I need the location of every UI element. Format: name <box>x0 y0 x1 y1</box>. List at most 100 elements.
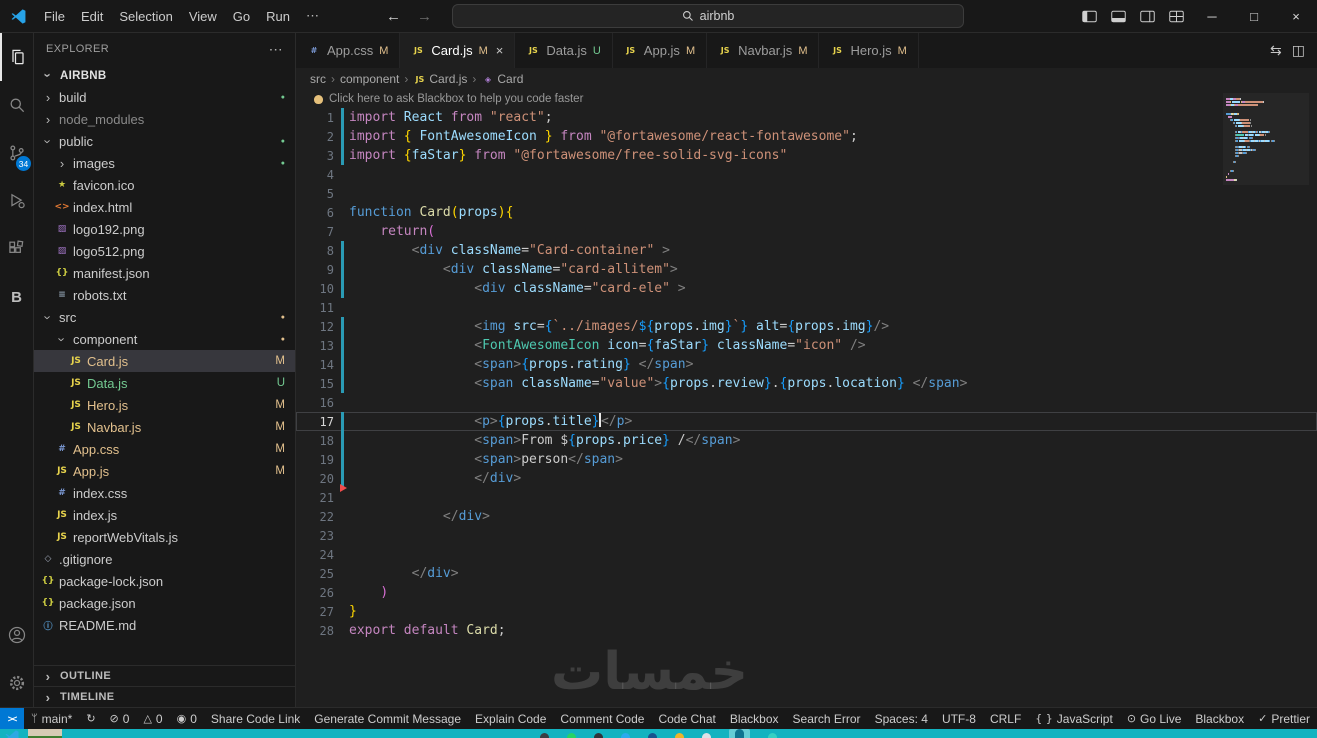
code-line-1[interactable]: 1 import React from "react"; <box>296 108 1317 127</box>
tree-item-index-css[interactable]: # index.css <box>34 482 295 504</box>
status-search-error[interactable]: Search Error <box>786 708 868 729</box>
account-icon[interactable] <box>0 611 33 659</box>
code-line-14[interactable]: 14 <span>{props.rating} </span> <box>296 355 1317 374</box>
code-line-2[interactable]: 2 import { FontAwesomeIcon } from "@forta… <box>296 127 1317 146</box>
code-line-12[interactable]: 12 <img src={`../images/${props.img}`} a… <box>296 317 1317 336</box>
breadcrumb-item-card[interactable]: ◈ Card <box>481 72 524 86</box>
tree-item-index-js[interactable]: JS index.js <box>34 504 295 526</box>
editor-code-area[interactable]: Click here to ask Blackbox to help you c… <box>296 90 1317 707</box>
status-errors[interactable]: ⊘ 0 <box>103 708 137 729</box>
activity-source-control-icon[interactable]: 34 <box>0 129 33 177</box>
code-line-22[interactable]: 22 </div> <box>296 507 1317 526</box>
toggle-panel-icon[interactable] <box>1104 0 1133 33</box>
menu-edit[interactable]: Edit <box>73 7 111 26</box>
close-button[interactable]: × <box>1275 0 1317 33</box>
menu-go[interactable]: Go <box>225 7 258 26</box>
tree-item-navbar-js[interactable]: JS Navbar.js M <box>34 416 295 438</box>
menu-more-icon[interactable]: ⋯ <box>298 6 327 26</box>
code-line-6[interactable]: 6 function Card(props){ <box>296 203 1317 222</box>
status-explain-code[interactable]: Explain Code <box>468 708 553 729</box>
tree-item-manifest-json[interactable]: {} manifest.json <box>34 262 295 284</box>
remote-indicator[interactable]: >< <box>0 708 25 729</box>
code-line-15[interactable]: 15 <span className="value">{props.review… <box>296 374 1317 393</box>
tree-item-logo192-png[interactable]: ▨ logo192.png <box>34 218 295 240</box>
code-line-24[interactable]: 24 <box>296 545 1317 564</box>
status-prettier[interactable]: ✓ Prettier <box>1251 708 1317 729</box>
tab-data-js[interactable]: JS Data.js U <box>515 33 613 68</box>
status-encoding[interactable]: UTF-8 <box>935 708 983 729</box>
code-line-18[interactable]: 18 <span>From ${props.price} /</span> <box>296 431 1317 450</box>
tree-root-airbnb[interactable]: › AIRBNB <box>34 65 295 86</box>
code-line-13[interactable]: 13 <FontAwesomeIcon icon={faStar} classN… <box>296 336 1317 355</box>
tree-item-gitignore[interactable]: ◇ .gitignore <box>34 548 295 570</box>
code-line-9[interactable]: 9 <div className="card-allitem"> <box>296 260 1317 279</box>
nav-back-icon[interactable]: ← <box>386 8 401 25</box>
tree-item-data-js[interactable]: JS Data.js U <box>34 372 295 394</box>
code-line-7[interactable]: 7 return( <box>296 222 1317 241</box>
blackbox-hint[interactable]: Click here to ask Blackbox to help you c… <box>296 90 1317 108</box>
code-line-11[interactable]: 11 <box>296 298 1317 317</box>
status-code-chat[interactable]: Code Chat <box>651 708 722 729</box>
code-line-8[interactable]: 8 <div className="Card-container" > <box>296 241 1317 260</box>
minimap[interactable] <box>1223 93 1309 185</box>
tab-navbar-js[interactable]: JS Navbar.js M <box>707 33 820 68</box>
taskbar-active-slot[interactable] <box>729 729 750 738</box>
code-line-20[interactable]: 20 </div> <box>296 469 1317 488</box>
command-center-search[interactable]: airbnb <box>452 4 964 28</box>
tree-item-package-json[interactable]: {} package.json <box>34 592 295 614</box>
settings-gear-icon[interactable] <box>0 659 33 707</box>
status-git-branch[interactable]: ᛘ main* <box>24 708 79 729</box>
taskbar-app-icon[interactable] <box>675 733 684 738</box>
tree-item-node-modules[interactable]: › node_modules <box>34 108 295 130</box>
nav-forward-icon[interactable]: → <box>417 8 432 25</box>
status-comment-code[interactable]: Comment Code <box>553 708 651 729</box>
taskbar-app-icon[interactable] <box>594 733 603 738</box>
tree-item-package-lock-json[interactable]: {} package-lock.json <box>34 570 295 592</box>
code-line-4[interactable]: 4 <box>296 165 1317 184</box>
breadcrumb-item-component[interactable]: component <box>340 72 399 86</box>
tree-item-logo512-png[interactable]: ▨ logo512.png <box>34 240 295 262</box>
taskbar-app-icon[interactable] <box>567 733 576 738</box>
menu-file[interactable]: File <box>36 7 73 26</box>
breadcrumb-item-src[interactable]: src <box>310 72 326 86</box>
explorer-more-actions-icon[interactable]: ⋯ <box>269 41 283 58</box>
activity-run-debug-icon[interactable] <box>0 177 33 225</box>
tree-item-card-js[interactable]: JS Card.js M <box>34 350 295 372</box>
tree-item-readme-md[interactable]: ⓘ README.md <box>34 614 295 636</box>
status-eol[interactable]: CRLF <box>983 708 1028 729</box>
section-timeline[interactable]: › TIMELINE <box>34 686 295 707</box>
activity-search-icon[interactable] <box>0 81 33 129</box>
section-outline[interactable]: › OUTLINE <box>34 665 295 686</box>
tree-item-app-js[interactable]: JS App.js M <box>34 460 295 482</box>
toggle-sidebar-icon[interactable] <box>1075 0 1104 33</box>
status-blackbox-extension[interactable]: Blackbox <box>1188 708 1251 729</box>
close-icon[interactable]: × <box>496 43 504 58</box>
status-go-live[interactable]: ⊙ Go Live <box>1120 708 1189 729</box>
tree-item-hero-js[interactable]: JS Hero.js M <box>34 394 295 416</box>
menu-selection[interactable]: Selection <box>111 7 180 26</box>
open-changes-icon[interactable]: ⇆ <box>1270 42 1282 59</box>
activity-explorer-icon[interactable] <box>0 33 33 81</box>
status-generate-commit-message[interactable]: Generate Commit Message <box>307 708 468 729</box>
status-share-code-link[interactable]: Share Code Link <box>204 708 307 729</box>
menu-view[interactable]: View <box>181 7 225 26</box>
tree-item-images[interactable]: › images ● <box>34 152 295 174</box>
status-blackbox[interactable]: Blackbox <box>723 708 786 729</box>
tree-item-app-css[interactable]: # App.css M <box>34 438 295 460</box>
tree-item-public[interactable]: › public ● <box>34 130 295 152</box>
status-indentation[interactable]: Spaces: 4 <box>868 708 935 729</box>
activity-extensions-icon[interactable] <box>0 225 33 273</box>
tree-item-src[interactable]: › src ● <box>34 306 295 328</box>
taskbar-app-icon[interactable] <box>768 733 777 738</box>
tree-item-index-html[interactable]: <> index.html <box>34 196 295 218</box>
taskbar-app-icon[interactable] <box>735 729 744 738</box>
toggle-secondary-sidebar-icon[interactable] <box>1133 0 1162 33</box>
status-broadcast-count[interactable]: ◉ 0 <box>170 708 204 729</box>
code-line-19[interactable]: 19 <span>person</span> <box>296 450 1317 469</box>
taskbar-vscode-icon[interactable] <box>4 729 21 738</box>
tab-app-js[interactable]: JS App.js M <box>612 33 708 68</box>
status-sync[interactable]: ↻ <box>79 708 102 729</box>
tree-item-robots-txt[interactable]: ≡ robots.txt <box>34 284 295 306</box>
code-line-23[interactable]: 23 <box>296 526 1317 545</box>
maximize-button[interactable]: □ <box>1233 0 1275 33</box>
